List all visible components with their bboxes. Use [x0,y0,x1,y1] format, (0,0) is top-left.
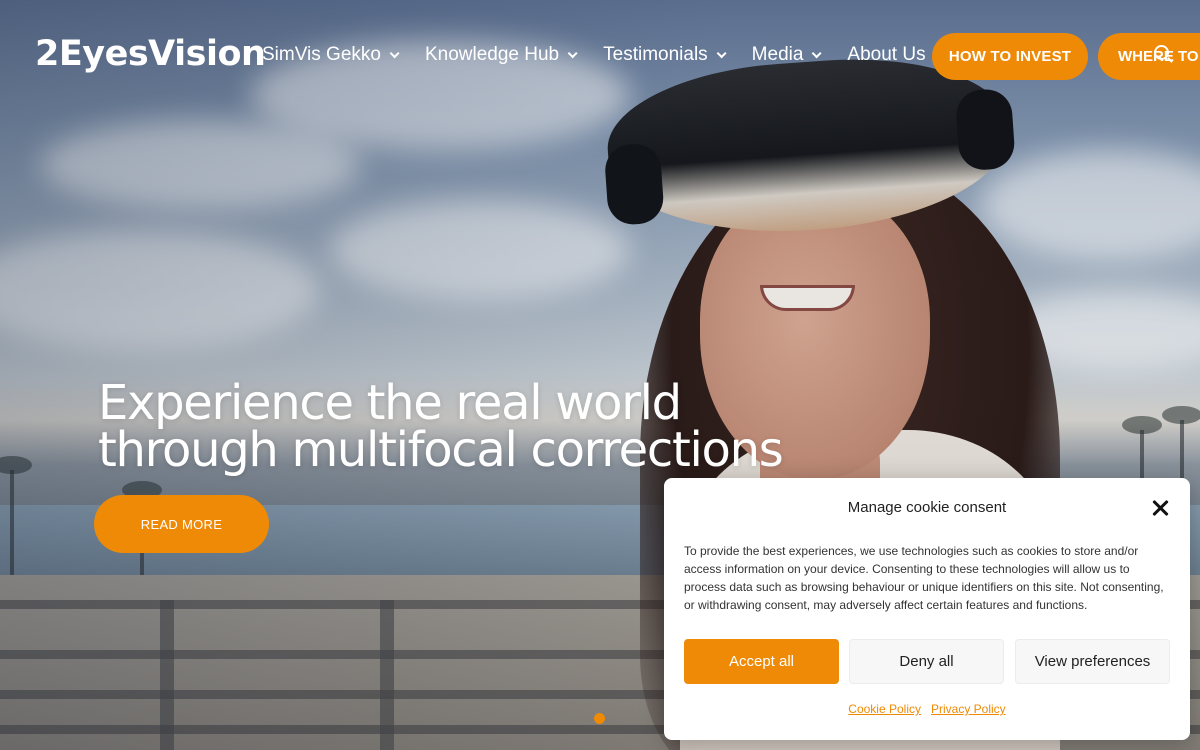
site-header: 2EyesVision SimVis Gekko Knowledge Hub T… [0,0,1200,110]
site-logo[interactable]: 2EyesVision [35,34,266,74]
chevron-down-icon [812,47,822,58]
privacy-policy-link[interactable]: Privacy Policy [931,702,1006,716]
nav-item-label: Testimonials [603,44,708,65]
view-preferences-button[interactable]: View preferences [1015,639,1170,684]
cookie-policy-links: Cookie Policy Privacy Policy [664,702,1190,716]
nav-item-simvis-gekko[interactable]: SimVis Gekko [262,44,400,66]
accept-all-button[interactable]: Accept all [684,639,839,684]
cookie-dialog-text: To provide the best experiences, we use … [684,544,1164,612]
nav-item-label: SimVis Gekko [262,44,381,65]
how-to-invest-button[interactable]: HOW TO INVEST [932,33,1088,80]
chevron-down-icon [389,47,400,58]
hero-headline: Experience the real world through multif… [98,379,784,474]
chevron-down-icon [567,47,578,58]
read-more-button[interactable]: READ MORE [94,495,269,553]
chevron-down-icon [716,47,727,58]
search-icon[interactable] [1154,45,1169,60]
cookie-dialog-title: Manage cookie consent [847,499,1007,516]
nav-item-label: Media [751,44,804,65]
slider-dot-active[interactable] [594,713,605,724]
nav-item-label: About Us [847,44,926,65]
hero-headline-line2: through multifocal corrections [98,422,784,478]
nav-item-knowledge-hub[interactable]: Knowledge Hub [424,44,578,66]
nav-item-label: Knowledge Hub [424,44,560,65]
deny-all-button[interactable]: Deny all [849,639,1004,684]
where-to-buy-button[interactable]: WHERE TO B [1098,33,1200,80]
main-nav: SimVis Gekko Knowledge Hub Testimonials … [262,44,970,66]
nav-item-about-us[interactable]: About Us [847,44,945,66]
cookie-consent-dialog: Manage cookie consent To provide the bes… [664,478,1190,740]
cookie-policy-link[interactable]: Cookie Policy [848,702,921,716]
close-icon[interactable] [1151,499,1169,517]
nav-item-testimonials[interactable]: Testimonials [603,44,727,66]
nav-item-media[interactable]: Media [751,44,822,66]
